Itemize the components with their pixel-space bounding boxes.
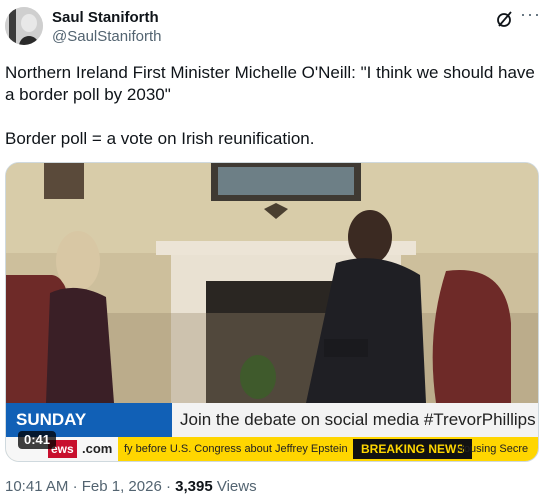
- video-player[interactable]: SUNDAY MORNING Join the debate on social…: [5, 162, 539, 462]
- author-name[interactable]: Saul Staniforth: [52, 9, 159, 26]
- brand-suffix: .com: [82, 441, 113, 456]
- views-count: 3,395: [175, 478, 213, 495]
- ticker-next-text: Housing Secre: [456, 443, 529, 455]
- ticker-text: fy before U.S. Congress about Jeffrey Ep…: [124, 443, 348, 455]
- more-icon[interactable]: ···: [520, 4, 541, 25]
- separator: ·: [72, 478, 78, 495]
- author-handle[interactable]: @SaulStaniforth: [52, 28, 161, 45]
- banner-bar: SUNDAY MORNING Join the debate on social…: [6, 403, 538, 461]
- tweet-meta: 10:41 AM · Feb 1, 2026 · 3,395 Views: [5, 478, 257, 495]
- views-label: Views: [216, 478, 257, 495]
- ticker-strip: fy before U.S. Congress about Jeffrey Ep…: [118, 437, 538, 461]
- tweet-date[interactable]: Feb 1, 2026: [82, 478, 162, 495]
- breaking-news-label: BREAKING NEWS: [353, 439, 473, 459]
- video-duration: 0:41: [18, 431, 57, 449]
- banner-text: Join the debate on social media #TrevorP…: [180, 410, 536, 429]
- ticker-bar: ews .com fy before U.S. Congress about J…: [6, 437, 538, 461]
- tweet-text: Northern Ireland First Minister Michelle…: [5, 63, 535, 148]
- separator: ·: [165, 478, 171, 495]
- news-lower-third: SUNDAY MORNING Join the debate on social…: [6, 403, 538, 461]
- tweet-time[interactable]: 10:41 AM: [5, 478, 68, 495]
- avatar[interactable]: [5, 7, 43, 45]
- grok-icon[interactable]: [496, 10, 514, 28]
- avatar-image: [5, 7, 43, 45]
